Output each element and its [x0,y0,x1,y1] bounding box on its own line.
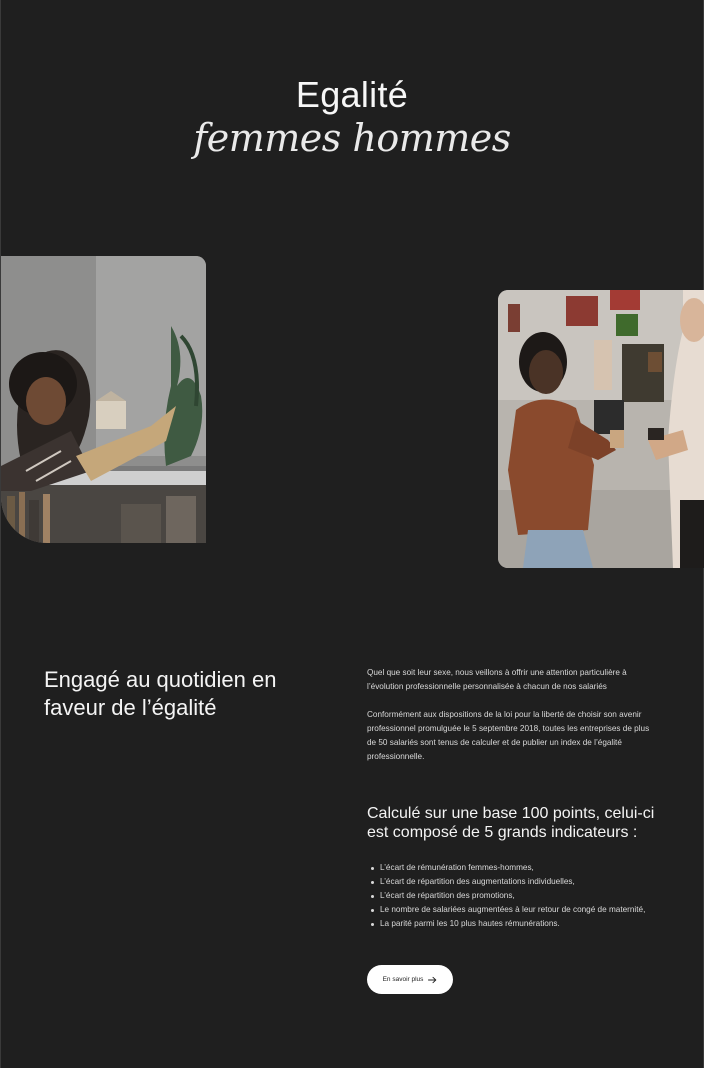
list-item: L’écart de rémunération femmes-hommes, [367,861,657,875]
section-heading: Engagé au quotidien en faveur de l’égali… [44,667,277,720]
law-paragraph: Conformément aux dispositions de la loi … [367,710,650,761]
hero-title: Egalité femmes hommes [0,74,704,160]
list-item: L’écart de répartition des augmentations… [367,875,657,889]
hero-title-line1: Egalité [295,74,409,115]
learn-more-label: En savoir plus [382,976,424,983]
indicators-heading: Calculé sur une base 100 points, celui-c… [367,805,655,841]
intro-paragraph: Quel que soit leur sexe, nous veillons à… [367,668,627,691]
photo-colleagues-talking [498,290,704,568]
hero-title-line2: femmes hommes [193,116,511,160]
list-item: L’écart de répartition des promotions, [367,889,657,903]
list-item: La parité parmi les 10 plus hautes rémun… [367,917,657,931]
indicators-list: L’écart de rémunération femmes-hommes, L… [367,861,657,931]
arrow-right-icon [428,976,437,983]
learn-more-button[interactable]: En savoir plus [367,965,453,994]
list-item: Le nombre de salariées augmentées à leur… [367,903,657,917]
photo-woman-with-model [1,256,206,543]
